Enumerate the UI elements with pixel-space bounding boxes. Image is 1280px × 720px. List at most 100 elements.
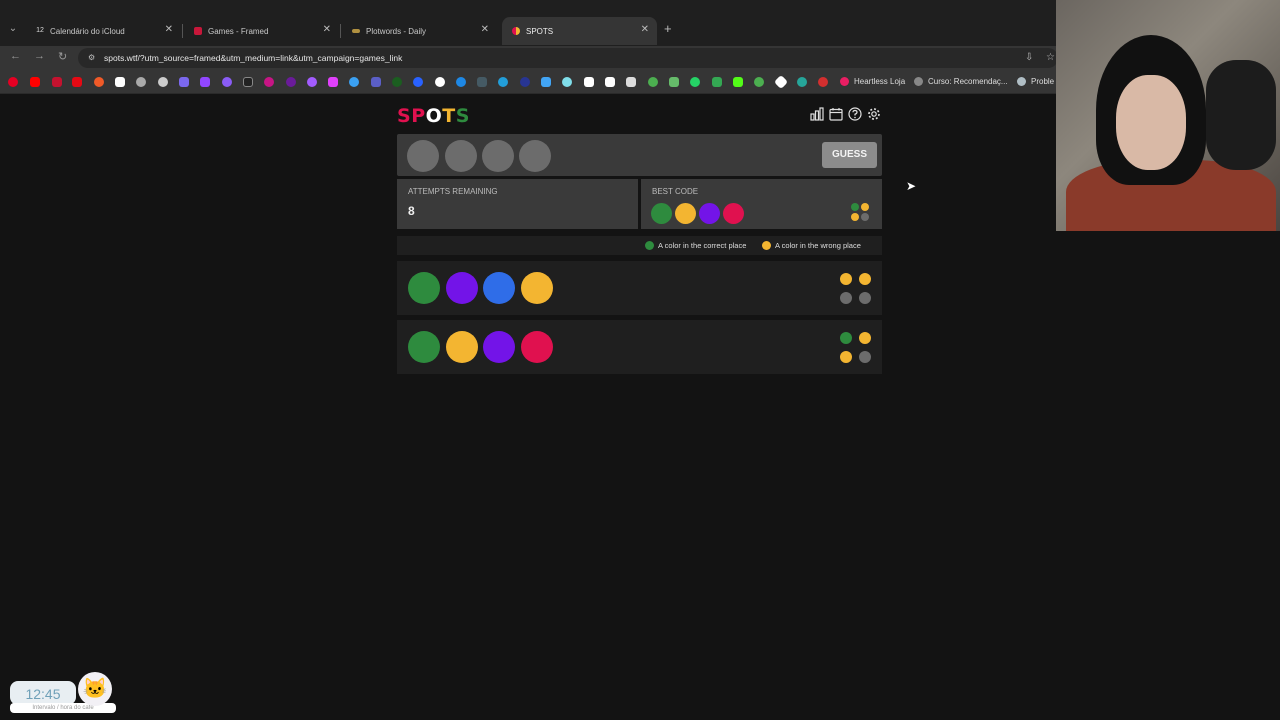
- address-bar[interactable]: ⚙ spots.wtf/?utm_source=framed&utm_mediu…: [78, 48, 1058, 68]
- logo-letter: O: [425, 105, 443, 127]
- bookmark-icon[interactable]: [435, 77, 445, 87]
- bookmark-icon[interactable]: [754, 77, 764, 87]
- bookmark-icon[interactable]: [712, 77, 722, 87]
- headset-icon: [1206, 60, 1276, 170]
- help-icon[interactable]: [848, 107, 862, 121]
- guess-peg-red: [520, 331, 553, 363]
- bookmark-icon[interactable]: [115, 77, 125, 87]
- bookmark-icon[interactable]: [179, 77, 189, 87]
- tab-icloud-calendar[interactable]: 12 Calendário do iCloud ✕: [26, 17, 181, 45]
- bookmark-icon[interactable]: [541, 77, 551, 87]
- guess-peg-purple: [483, 331, 515, 363]
- bookmark-icon[interactable]: [307, 77, 317, 87]
- forward-icon[interactable]: →: [34, 50, 45, 62]
- guess-button[interactable]: GUESS: [822, 142, 877, 168]
- tab-framed[interactable]: Games - Framed ✕: [184, 17, 339, 45]
- settings-icon[interactable]: [867, 107, 881, 121]
- calendar-icon[interactable]: [829, 107, 843, 121]
- empty-guess-slot[interactable]: [519, 140, 551, 172]
- attempts-remaining-value: 8: [408, 204, 415, 218]
- bookmark-icon: [1017, 77, 1026, 86]
- legend-correct: A color in the correct place: [645, 241, 746, 250]
- bookmark-curso[interactable]: Curso: Recomendaç...: [914, 77, 1008, 86]
- bookmark-icon[interactable]: [286, 77, 296, 87]
- bookmark-icon[interactable]: [669, 77, 679, 87]
- close-tab-icon[interactable]: ✕: [323, 24, 331, 35]
- bookmark-icon[interactable]: [392, 77, 402, 87]
- bookmark-icon[interactable]: [158, 77, 168, 87]
- bookmark-icon: [914, 77, 923, 86]
- reload-icon[interactable]: ↻: [58, 50, 67, 63]
- stats-icon[interactable]: [810, 107, 824, 121]
- guess-peg-yellow: [445, 331, 478, 363]
- url-text[interactable]: spots.wtf/?utm_source=framed&utm_medium=…: [104, 53, 402, 63]
- bookmark-icon[interactable]: [520, 77, 530, 87]
- bookmark-icon[interactable]: [477, 77, 487, 87]
- bookmark-icon[interactable]: [648, 77, 658, 87]
- bookmark-icon[interactable]: [328, 77, 338, 87]
- tab-search-icon[interactable]: ⌄: [4, 19, 22, 39]
- bookmark-icon[interactable]: [52, 77, 62, 87]
- bookmark-heartless-loja[interactable]: Heartless Loja: [840, 77, 905, 86]
- close-tab-icon[interactable]: ✕: [641, 24, 649, 35]
- bookmark-icon[interactable]: [371, 77, 381, 87]
- guess-peg-green: [408, 272, 440, 304]
- feedback-dot: [859, 292, 871, 304]
- site-info-icon[interactable]: ⚙: [88, 53, 98, 63]
- bookmark-icon[interactable]: [136, 77, 146, 87]
- bookmark-icon[interactable]: [243, 77, 253, 87]
- green-dot-icon: [645, 241, 654, 250]
- bookmark-icon[interactable]: [222, 77, 232, 87]
- bookmark-icon[interactable]: [773, 74, 789, 90]
- feedback-dot: [859, 351, 871, 363]
- bookmark-icon[interactable]: [797, 77, 807, 87]
- kick-bookmark-icon[interactable]: [733, 77, 743, 87]
- best-code-peg-green: [651, 203, 672, 224]
- guess-row: [397, 261, 882, 315]
- bookmark-icon[interactable]: [456, 77, 466, 87]
- empty-guess-slot[interactable]: [445, 140, 477, 172]
- bookmark-icon[interactable]: [349, 77, 359, 87]
- best-code-feedback-dot: [851, 203, 859, 211]
- tab-title: Calendário do iCloud: [50, 26, 125, 36]
- framed-favicon-icon: [194, 27, 202, 35]
- amazon-bookmark-icon[interactable]: [584, 77, 594, 87]
- cat-mascot-icon: 🐱: [78, 672, 112, 706]
- bookmark-problem[interactable]: Proble: [1017, 77, 1054, 86]
- telegram-bookmark-icon[interactable]: [498, 77, 508, 87]
- close-tab-icon[interactable]: ✕: [481, 24, 489, 35]
- whatsapp-bookmark-icon[interactable]: [690, 77, 700, 87]
- bookmark-icon[interactable]: [72, 77, 82, 87]
- feedback-dot: [840, 351, 852, 363]
- empty-guess-slot[interactable]: [407, 140, 439, 172]
- tab-title: SPOTS: [526, 26, 554, 36]
- bookmark-icon[interactable]: [413, 77, 423, 87]
- youtube-bookmark-icon[interactable]: [30, 77, 40, 87]
- clock-widget: 12:45: [10, 681, 76, 705]
- guess-peg-blue: [483, 272, 515, 304]
- tab-title: Games - Framed: [208, 26, 269, 36]
- best-code-feedback-dot: [861, 203, 869, 211]
- bookmark-icon[interactable]: [264, 77, 274, 87]
- twitch-bookmark-icon[interactable]: [200, 77, 210, 87]
- tab-spots[interactable]: SPOTS ✕: [502, 17, 657, 45]
- install-app-icon[interactable]: ⇩: [1025, 52, 1033, 63]
- pinterest-bookmark-icon[interactable]: [8, 77, 18, 87]
- plotwords-favicon-icon: [352, 29, 360, 33]
- bookmark-icon[interactable]: [626, 77, 636, 87]
- new-tab-icon[interactable]: +: [664, 21, 672, 36]
- empty-guess-slot[interactable]: [482, 140, 514, 172]
- bookmark-icon[interactable]: [818, 77, 828, 87]
- best-code-feedback-dot: [851, 213, 859, 221]
- bookmark-icon[interactable]: [562, 77, 572, 87]
- feedback-dot: [859, 273, 871, 285]
- clock-time: 12:45: [25, 686, 61, 702]
- feedback-dot: [840, 332, 852, 344]
- bookmark-icon[interactable]: [605, 77, 615, 87]
- bookmark-icon[interactable]: [94, 77, 104, 87]
- close-tab-icon[interactable]: ✕: [165, 24, 173, 35]
- bookmark-star-icon[interactable]: ☆: [1046, 52, 1055, 63]
- feedback-dot: [840, 273, 852, 285]
- tab-plotwords[interactable]: Plotwords - Daily ✕: [342, 17, 497, 45]
- back-icon[interactable]: ←: [10, 50, 21, 62]
